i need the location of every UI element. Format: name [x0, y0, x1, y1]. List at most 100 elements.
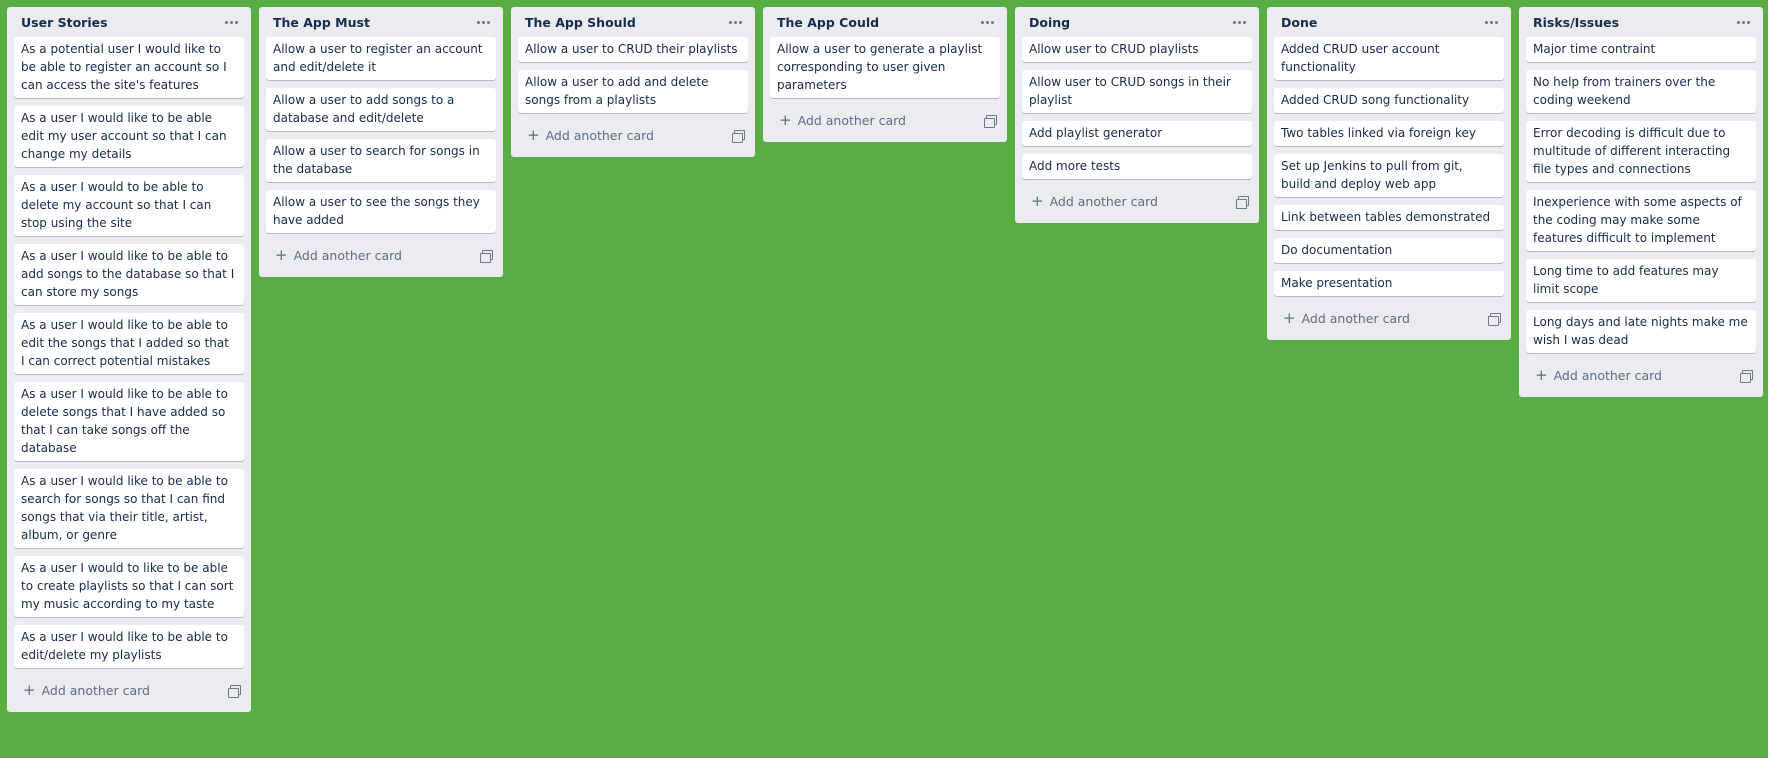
plus-icon: + [23, 680, 36, 699]
card[interactable]: Add more tests [1022, 154, 1252, 179]
card[interactable]: Link between tables demonstrated [1274, 205, 1504, 230]
card[interactable]: As a potential user I would like to be a… [14, 37, 244, 98]
card[interactable]: No help from trainers over the coding we… [1526, 70, 1756, 113]
add-card-label: Add another card [1301, 310, 1410, 326]
add-card-label: Add another card [797, 112, 906, 128]
card[interactable]: Major time contraint [1526, 37, 1756, 62]
list-footer: + Add another card [1274, 304, 1504, 332]
plus-icon: + [527, 125, 540, 144]
list-menu-icon[interactable] [472, 13, 494, 31]
add-card-button[interactable]: + Add another card [23, 680, 150, 699]
plus-icon: + [1031, 191, 1044, 210]
card[interactable]: Inexperience with some aspects of the co… [1526, 190, 1756, 251]
list-title[interactable]: Risks/Issues [1533, 15, 1619, 30]
list-footer: + Add another card [14, 676, 244, 704]
card[interactable]: Added CRUD song functionality [1274, 88, 1504, 113]
create-from-template-icon[interactable] [480, 249, 493, 263]
card[interactable]: Long time to add features may limit scop… [1526, 259, 1756, 302]
create-from-template-icon[interactable] [1740, 369, 1753, 383]
card[interactable]: Long days and late nights make me wish I… [1526, 310, 1756, 353]
list-done: Done Added CRUD user account functionalit… [1267, 7, 1511, 340]
card[interactable]: As a user I would like to be able to add… [14, 244, 244, 305]
add-card-label: Add another card [1553, 367, 1662, 383]
card-list: Allow a user to generate a playlist corr… [770, 37, 1000, 106]
card-list: Major time contraint No help from trainer… [1526, 37, 1756, 361]
board: User Stories As a potential user I would … [0, 0, 1768, 758]
card-list: Allow a user to CRUD their playlists Allo… [518, 37, 748, 121]
card[interactable]: Allow a user to see the songs they have … [266, 190, 496, 233]
list-header: The App Could [770, 7, 1000, 37]
list-footer: + Add another card [1022, 187, 1252, 215]
card[interactable]: Do documentation [1274, 238, 1504, 263]
add-card-button[interactable]: + Add another card [1283, 308, 1410, 327]
list-menu-icon[interactable] [976, 13, 998, 31]
card[interactable]: As a user I would to be able to delete m… [14, 175, 244, 236]
list-menu-icon[interactable] [1228, 13, 1250, 31]
card[interactable]: Make presentation [1274, 271, 1504, 296]
list-menu-icon[interactable] [220, 13, 242, 31]
add-card-button[interactable]: + Add another card [779, 110, 906, 129]
add-card-label: Add another card [293, 247, 402, 263]
card[interactable]: As a user I would like to be able to del… [14, 382, 244, 461]
card[interactable]: Allow a user to generate a playlist corr… [770, 37, 1000, 98]
list-title[interactable]: The App Could [777, 15, 879, 30]
list-footer: + Add another card [266, 241, 496, 269]
create-from-template-icon[interactable] [1488, 312, 1501, 326]
list-header: Risks/Issues [1526, 7, 1756, 37]
card[interactable]: As a user I would like to be able to edi… [14, 313, 244, 374]
list-header: The App Must [266, 7, 496, 37]
list-menu-icon[interactable] [1480, 13, 1502, 31]
card[interactable]: Allow a user to register an account and … [266, 37, 496, 80]
card[interactable]: Allow user to CRUD playlists [1022, 37, 1252, 62]
list-doing: Doing Allow user to CRUD playlists Allow u… [1015, 7, 1259, 223]
card[interactable]: As a user I would like to be able edit m… [14, 106, 244, 167]
add-card-button[interactable]: + Add another card [527, 125, 654, 144]
create-from-template-icon[interactable] [228, 684, 241, 698]
add-card-label: Add another card [545, 127, 654, 143]
card[interactable]: Allow a user to add and delete songs fro… [518, 70, 748, 113]
create-from-template-icon[interactable] [1236, 195, 1249, 209]
plus-icon: + [1283, 308, 1296, 327]
list-menu-icon[interactable] [1732, 13, 1754, 31]
list-header: The App Should [518, 7, 748, 37]
plus-icon: + [779, 110, 792, 129]
card[interactable]: Allow user to CRUD songs in their playli… [1022, 70, 1252, 113]
card-list: Allow a user to register an account and … [266, 37, 496, 241]
list-risks-issues: Risks/Issues Major time contraint No help … [1519, 7, 1763, 397]
plus-icon: + [1535, 365, 1548, 384]
list-footer: + Add another card [518, 121, 748, 149]
add-card-button[interactable]: + Add another card [275, 245, 402, 264]
list-footer: + Add another card [1526, 361, 1756, 389]
card[interactable]: As a user I would to like to be able to … [14, 556, 244, 617]
add-card-label: Add another card [1049, 193, 1158, 209]
card[interactable]: Two tables linked via foreign key [1274, 121, 1504, 146]
list-the-app-could: The App Could Allow a user to generate a … [763, 7, 1007, 142]
list-title[interactable]: Done [1281, 15, 1317, 30]
list-the-app-should: The App Should Allow a user to CRUD their… [511, 7, 755, 157]
list-header: User Stories [14, 7, 244, 37]
list-title[interactable]: Doing [1029, 15, 1070, 30]
list-header: Done [1274, 7, 1504, 37]
create-from-template-icon[interactable] [732, 129, 745, 143]
create-from-template-icon[interactable] [984, 114, 997, 128]
card[interactable]: Add playlist generator [1022, 121, 1252, 146]
card[interactable]: Allow a user to add songs to a database … [266, 88, 496, 131]
list-menu-icon[interactable] [724, 13, 746, 31]
card[interactable]: Allow a user to search for songs in the … [266, 139, 496, 182]
card-list: Allow user to CRUD playlists Allow user t… [1022, 37, 1252, 187]
list-the-app-must: The App Must Allow a user to register an … [259, 7, 503, 277]
card[interactable]: Error decoding is difficult due to multi… [1526, 121, 1756, 182]
card[interactable]: Allow a user to CRUD their playlists [518, 37, 748, 62]
list-title[interactable]: The App Should [525, 15, 636, 30]
plus-icon: + [275, 245, 288, 264]
list-title[interactable]: The App Must [273, 15, 370, 30]
card[interactable]: Added CRUD user account functionality [1274, 37, 1504, 80]
card[interactable]: As a user I would like to be able to edi… [14, 625, 244, 668]
list-title[interactable]: User Stories [21, 15, 108, 30]
list-footer: + Add another card [770, 106, 1000, 134]
card[interactable]: Set up Jenkins to pull from git, build a… [1274, 154, 1504, 197]
card-list: Added CRUD user account functionality Add… [1274, 37, 1504, 304]
add-card-button[interactable]: + Add another card [1031, 191, 1158, 210]
card[interactable]: As a user I would like to be able to sea… [14, 469, 244, 548]
add-card-button[interactable]: + Add another card [1535, 365, 1662, 384]
